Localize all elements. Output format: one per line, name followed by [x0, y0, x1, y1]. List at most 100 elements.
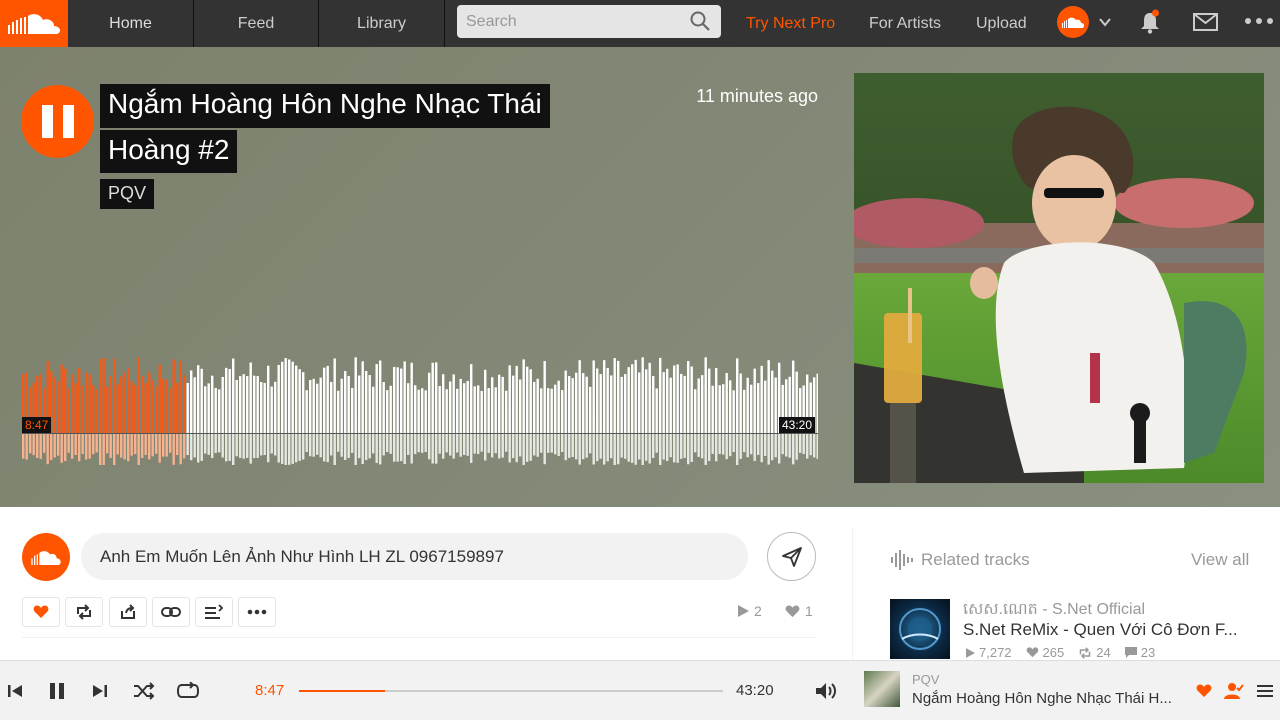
related-track-artist[interactable]: សេស.ណេត - S.Net Official [963, 598, 1145, 622]
upload-link[interactable]: Upload [976, 0, 1027, 47]
waveform-reflection-bar [673, 434, 676, 463]
send-comment-button[interactable] [767, 532, 816, 581]
commenter-avatar [22, 533, 70, 581]
share-button[interactable] [109, 597, 147, 627]
waveform-reflection-bar [645, 434, 648, 461]
waveform-bar [372, 386, 375, 433]
waveform-bar [522, 359, 525, 433]
next-track-button[interactable] [88, 679, 112, 703]
nav-tab-home[interactable]: Home [68, 0, 194, 47]
repeat-button[interactable] [176, 679, 200, 703]
waveform-reflection-bar [277, 434, 280, 463]
waveform-reflection-bar [284, 434, 287, 465]
nav-tab-feed[interactable]: Feed [194, 0, 319, 47]
waveform-reflection-bar [606, 434, 609, 462]
more-actions-button[interactable] [238, 597, 276, 627]
next-up-queue-button[interactable] [1253, 679, 1277, 703]
waveform-bar [88, 374, 91, 433]
player-track-artist[interactable]: PQV [912, 672, 939, 687]
waveform-bar [337, 390, 340, 433]
volume-button[interactable] [814, 679, 838, 703]
chevron-down-icon[interactable] [1096, 13, 1114, 31]
waveform[interactable] [22, 355, 818, 465]
waveform-reflection-bar [330, 434, 333, 456]
waveform-bar [683, 375, 686, 433]
waveform-reflection-bar [141, 434, 144, 459]
waveform-bar [396, 367, 399, 433]
player-like-button[interactable] [1192, 679, 1216, 703]
add-to-next-up-button[interactable] [195, 597, 233, 627]
waveform-bar [603, 360, 606, 433]
waveform-reflection-bar [743, 434, 746, 453]
waveform-bar [771, 370, 774, 433]
waveform-reflection-bar [407, 434, 410, 455]
waveform-bar [218, 389, 221, 433]
waveform-reflection-bar [316, 434, 319, 455]
follow-artist-button[interactable] [1222, 679, 1246, 703]
for-artists-link[interactable]: For Artists [869, 0, 941, 47]
search-icon[interactable] [689, 10, 711, 32]
waveform-reflection-bar [652, 434, 655, 458]
related-track-artwork[interactable] [890, 599, 950, 659]
soundcloud-logo[interactable] [0, 0, 68, 47]
waveform-bar [172, 359, 175, 433]
notifications-bell-icon[interactable] [1138, 9, 1162, 35]
related-track-title[interactable]: S.Net ReMix - Quen Với Cô Đơn F... [963, 620, 1263, 640]
user-avatar[interactable] [1057, 6, 1089, 38]
copy-link-button[interactable] [152, 597, 190, 627]
messages-mail-icon[interactable] [1193, 11, 1218, 33]
previous-track-button[interactable] [3, 679, 27, 703]
repost-button[interactable] [65, 597, 103, 627]
more-options-icon[interactable] [1244, 12, 1274, 30]
waveform-bar [414, 385, 417, 433]
nav-tab-library[interactable]: Library [319, 0, 445, 47]
shuffle-button[interactable] [132, 679, 156, 703]
waveform-reflection-bar [389, 434, 392, 454]
track-artist-link[interactable]: PQV [100, 179, 155, 209]
waveform-bar [400, 368, 403, 433]
waveform-reflection-bar [466, 434, 469, 456]
waveform-bar [666, 368, 669, 433]
soundcloud-cloud-icon [31, 551, 61, 565]
waveform-reflection-bar [281, 434, 284, 464]
comment-input[interactable] [81, 533, 748, 580]
waveform-reflection-bar [291, 434, 294, 464]
waveform-bar [631, 364, 634, 433]
waveform-reflection-bar [816, 434, 818, 459]
waveform-reflection-bar [561, 434, 564, 453]
like-button[interactable] [22, 597, 60, 627]
waveform-bar [78, 368, 81, 433]
track-hero: Ngắm Hoàng Hôn Nghe Nhạc Thái Hoàng #2 P… [0, 47, 1280, 507]
waveform-reflection-bar [431, 434, 434, 464]
pause-button[interactable] [21, 85, 94, 158]
waveform-bar [148, 372, 151, 433]
waveform-reflection-bar [809, 434, 812, 456]
waveform-bar [760, 365, 763, 433]
player-track-title[interactable]: Ngắm Hoàng Hôn Nghe Nhạc Thái H... [912, 690, 1180, 707]
waveform-bar [407, 383, 410, 433]
player-pause-button[interactable] [45, 679, 69, 703]
related-likes: 265 [1026, 645, 1064, 660]
search-input[interactable] [457, 5, 721, 38]
waveform-bar [617, 360, 620, 433]
waveform-bar [550, 388, 553, 433]
waveform-bar [421, 388, 424, 433]
waveform-reflection-bar [78, 434, 81, 462]
waveform-reflection-bar [533, 434, 536, 456]
waveform-reflection-bar [36, 434, 39, 458]
waveform-reflection-bar [501, 434, 504, 458]
player-track-artwork[interactable] [864, 671, 900, 707]
waveform-bar [774, 377, 777, 433]
waveform-bar [102, 358, 105, 433]
waveform-reflection-bar [99, 434, 102, 465]
waveform-reflection-bar [298, 434, 301, 461]
waveform-reflection-bar [564, 434, 567, 461]
waveform-bar [92, 385, 95, 433]
progress-slider[interactable] [299, 690, 723, 692]
view-all-link[interactable]: View all [1191, 550, 1249, 570]
try-next-pro-link[interactable]: Try Next Pro [746, 0, 835, 47]
waveform-bar [239, 376, 242, 433]
waveform-reflection-bar [207, 434, 210, 455]
waveform-reflection-bar [781, 434, 784, 455]
waveform-reflection-bar [463, 434, 466, 455]
